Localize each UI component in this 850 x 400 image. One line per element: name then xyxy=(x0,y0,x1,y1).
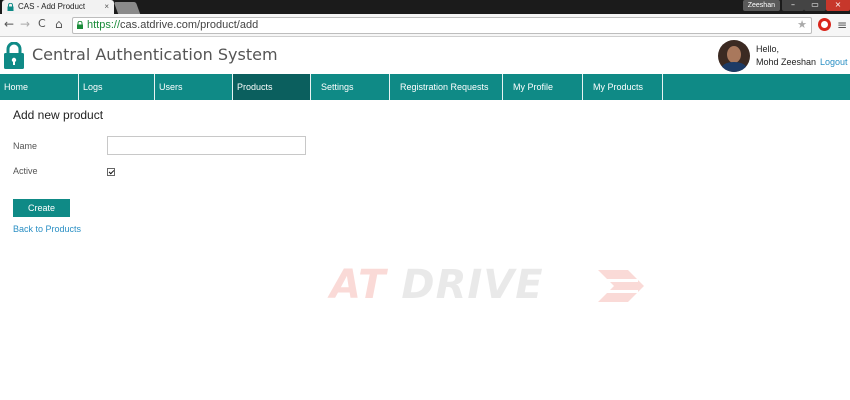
watermark-at: AT xyxy=(330,262,387,308)
url-path: cas.atdrive.com/product/add xyxy=(120,19,259,31)
url-scheme: https:// xyxy=(87,19,121,31)
bookmark-star-icon[interactable]: ★ xyxy=(797,18,807,33)
forward-arrow-icon[interactable]: → xyxy=(20,17,30,31)
opera-icon[interactable] xyxy=(818,18,831,31)
nav-item-users[interactable]: Users xyxy=(155,74,233,100)
secure-lock-icon xyxy=(77,21,83,29)
maximize-icon[interactable]: ▭ xyxy=(804,0,826,11)
nav-item-settings[interactable]: Settings xyxy=(311,74,390,100)
home-icon[interactable]: ⌂ xyxy=(55,17,63,31)
browser-tab[interactable]: CAS - Add Product × xyxy=(2,0,114,14)
tab-close-icon[interactable]: × xyxy=(104,0,109,14)
padlock-icon xyxy=(4,42,24,69)
address-bar[interactable]: https://cas.atdrive.com/product/add ★ xyxy=(72,17,812,34)
user-name: Mohd Zeeshan xyxy=(756,57,817,67)
nav-item-my-profile[interactable]: My Profile xyxy=(503,74,583,100)
nav-item-products[interactable]: Products xyxy=(233,74,311,100)
browser-tab-title: CAS - Add Product xyxy=(18,2,86,11)
browser-toolbar: ← → C ⌂ https://cas.atdrive.com/product/… xyxy=(0,14,850,37)
main-nav: Home Logs Users Products Settings Regist… xyxy=(0,74,850,118)
product-name-input[interactable] xyxy=(107,136,306,155)
active-label: Active xyxy=(13,166,38,176)
app-title: Central Authentication System xyxy=(32,45,278,64)
name-label: Name xyxy=(13,141,38,151)
watermark-drive: DRIVE xyxy=(401,262,544,308)
new-tab-button[interactable] xyxy=(113,2,141,14)
reload-icon[interactable]: C xyxy=(38,17,46,30)
chevron-stripes-icon xyxy=(598,270,644,302)
back-arrow-icon[interactable]: ← xyxy=(4,17,14,31)
logout-link[interactable]: Logout xyxy=(820,57,848,67)
nav-item-home[interactable]: Home xyxy=(0,74,79,100)
browser-tab-bar: CAS - Add Product × Zeeshan – ▭ × xyxy=(0,0,850,14)
browser-profile-button[interactable]: Zeeshan xyxy=(742,0,780,11)
back-to-products-link[interactable]: Back to Products xyxy=(13,224,81,234)
padlock-icon xyxy=(7,3,14,11)
app-header: Central Authentication System Hello, Moh… xyxy=(0,38,850,74)
nav-item-registration-requests[interactable]: Registration Requests (0) xyxy=(390,74,503,118)
atdrive-watermark: AT DRIVE xyxy=(330,262,650,308)
page-title: Add new product xyxy=(13,108,104,122)
create-button[interactable]: Create xyxy=(13,199,70,217)
nav-item-my-products[interactable]: My Products xyxy=(583,74,663,100)
active-checkbox[interactable] xyxy=(107,168,115,176)
avatar xyxy=(718,40,750,72)
browser-menu-icon[interactable]: ≡ xyxy=(837,18,847,32)
minimize-icon[interactable]: – xyxy=(782,0,804,11)
nav-item-logs[interactable]: Logs xyxy=(79,74,155,100)
window-close-icon[interactable]: × xyxy=(826,0,850,11)
greeting-text: Hello, xyxy=(756,44,780,54)
